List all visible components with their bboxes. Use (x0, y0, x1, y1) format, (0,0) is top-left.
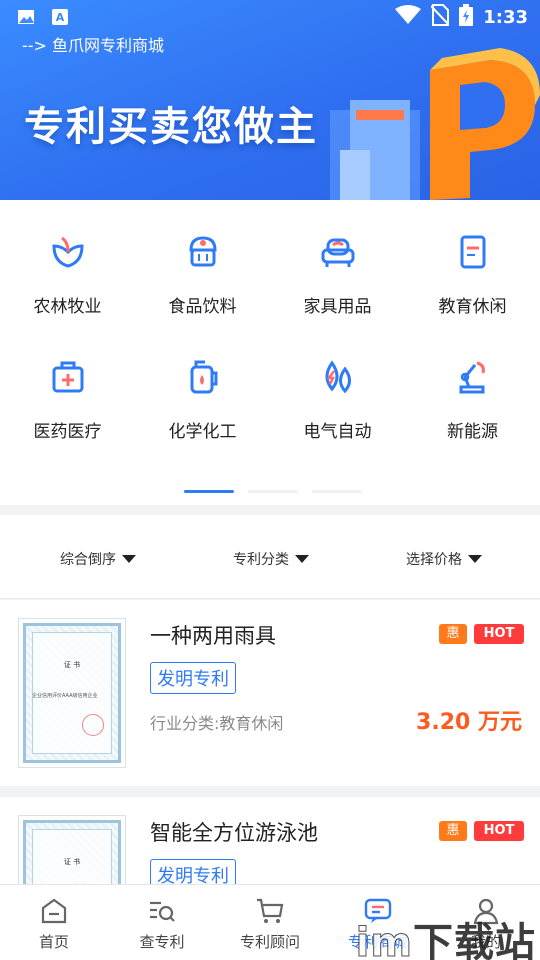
sofa-icon (316, 230, 360, 274)
discount-badge: 惠 (439, 821, 467, 841)
product-title: 一种两用雨具 (150, 624, 276, 648)
product-price: 3.20 万元 (416, 710, 522, 735)
product-card[interactable]: 证 书 智能全方位游泳池 惠 HOT 发明专利 (0, 797, 540, 960)
medical-kit-icon (46, 355, 90, 399)
product-category: 行业分类:教育休闲 (150, 714, 284, 733)
nav-advisor[interactable]: 专利顾问 (216, 885, 324, 960)
search-list-icon (146, 895, 178, 927)
robot-arm-icon (451, 355, 495, 399)
banner-p-illustration (330, 48, 540, 200)
hot-badge: HOT (474, 624, 524, 644)
category-education[interactable]: 教育休闲 (405, 230, 540, 317)
filter-category[interactable]: 专利分类 (233, 549, 309, 569)
caret-down-icon (295, 555, 309, 563)
caret-down-icon (468, 555, 482, 563)
category-furniture[interactable]: 家具用品 (270, 230, 405, 317)
chemical-jug-icon (181, 355, 225, 399)
category-medical[interactable]: 医药医疗 (0, 355, 135, 442)
category-chemical[interactable]: 化学化工 (135, 355, 270, 442)
hot-badge: HOT (474, 821, 524, 841)
filter-bar: 综合倒序 专利分类 选择价格 (0, 515, 540, 599)
page-indicator (184, 490, 362, 493)
electric-drop-icon (316, 355, 360, 399)
product-title: 智能全方位游泳池 (150, 821, 318, 845)
svg-text:A: A (56, 11, 65, 24)
caret-down-icon (122, 555, 136, 563)
status-time: 1:33 (483, 6, 528, 28)
wifi-icon (395, 5, 422, 29)
watermark-logo: im下载站 (355, 920, 536, 960)
nav-search-patent[interactable]: 查专利 (108, 885, 216, 960)
indicator-dot[interactable] (248, 490, 298, 493)
status-bar: A 1:33 (0, 0, 540, 34)
cupcake-icon (181, 230, 225, 274)
book-icon (451, 230, 495, 274)
cart-icon (254, 895, 286, 927)
category-electric[interactable]: 电气自动 (270, 355, 405, 442)
home-icon (38, 895, 70, 927)
no-sim-icon (430, 4, 450, 30)
header-banner: A 1:33 --> 鱼爪网专利商城 专利买卖您做主 (0, 0, 540, 200)
category-food[interactable]: 食品饮料 (135, 230, 270, 317)
leaf-icon (46, 230, 90, 274)
category-agriculture[interactable]: 农林牧业 (0, 230, 135, 317)
indicator-dot[interactable] (312, 490, 362, 493)
seal-icon (82, 714, 104, 736)
banner-slogan: 专利买卖您做主 (24, 104, 318, 150)
patent-type-tag: 发明专利 (150, 662, 236, 694)
category-panel: 农林牧业 食品饮料 家具用品 教育休闲 医药医疗 化学化工 电气自动 新能源 (0, 200, 540, 505)
filter-sort[interactable]: 综合倒序 (60, 549, 136, 569)
indicator-dot-active[interactable] (184, 490, 234, 493)
breadcrumb[interactable]: --> 鱼爪网专利商城 (22, 32, 164, 56)
battery-icon (459, 4, 474, 30)
discount-badge: 惠 (439, 624, 467, 644)
filter-price[interactable]: 选择价格 (406, 549, 482, 569)
text-a-icon: A (50, 7, 70, 27)
product-card[interactable]: 证 书 企业信用评价AAA级信用企业 一种两用雨具 惠 HOT 发明专利 行业分… (0, 600, 540, 786)
certificate-thumbnail: 证 书 企业信用评价AAA级信用企业 (18, 618, 126, 768)
category-new-energy[interactable]: 新能源 (405, 355, 540, 442)
image-icon (16, 7, 36, 27)
nav-home[interactable]: 首页 (0, 885, 108, 960)
